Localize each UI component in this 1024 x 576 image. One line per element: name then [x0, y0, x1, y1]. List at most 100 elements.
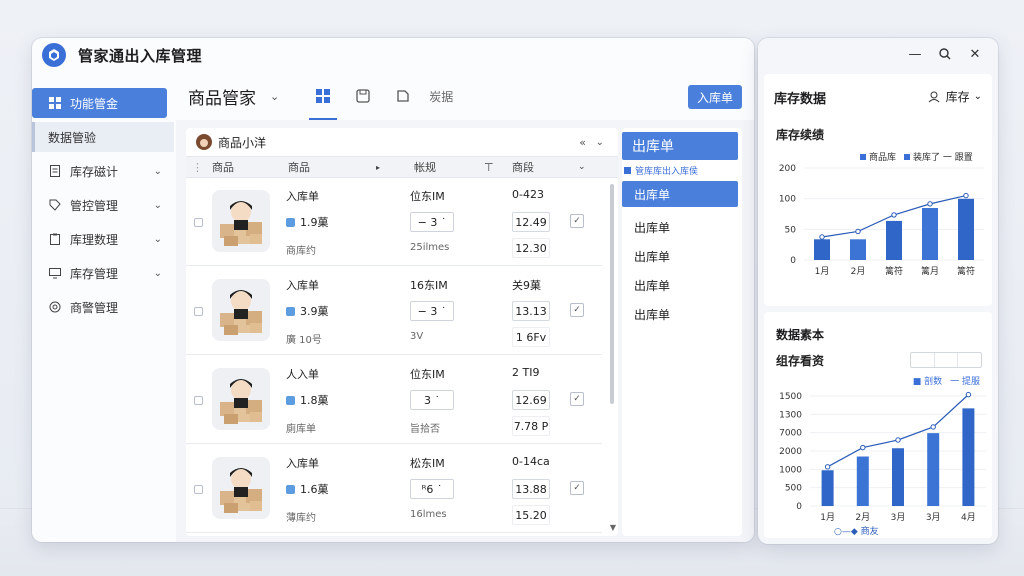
line-point: [895, 437, 901, 443]
title-bar: 管家通出入库管理: [32, 38, 754, 72]
inbound-order-button[interactable]: 入库单: [688, 85, 742, 109]
row-checkbox[interactable]: [194, 307, 203, 316]
product-name: 入库单: [286, 279, 319, 292]
line-point: [963, 192, 969, 199]
chevron-down-icon[interactable]: ⌄: [578, 162, 586, 172]
quantity-stepper[interactable]: 3 ˙: [410, 390, 454, 410]
segmented-control[interactable]: [910, 352, 982, 368]
column-header[interactable]: 商品: [212, 159, 234, 175]
product-code: 关9菓: [512, 279, 541, 292]
sidebar-item-inventory[interactable]: 库存管理 ⌄: [32, 258, 174, 288]
sidebar-item-control[interactable]: 管控管理 ⌄: [32, 190, 174, 220]
table-body: 入库单 1.9菓 商库约 位东IM − 3 ˙ 25ilmes 0-423 12.49 12.3…: [186, 178, 602, 536]
collapse-icon[interactable]: «: [579, 136, 586, 149]
chevron-down-icon: ⌄: [153, 165, 162, 177]
list-item[interactable]: 出库单: [622, 213, 742, 242]
product-spec: 位东IM: [410, 190, 445, 203]
outbound-subtitle-text: 管库库出入库侯: [635, 167, 699, 177]
list-item[interactable]: 出库单: [622, 242, 742, 271]
product-table-panel: 商品小洋 « ⌄ ⋮ 商品 商品 ▸ 帐规 ⊤ 商段 ⌄ 入库单 1.9菓 商库约位…: [186, 128, 618, 536]
chevron-down-icon[interactable]: ⌄: [596, 137, 604, 148]
minimize-icon[interactable]: —: [900, 44, 930, 64]
table-row[interactable]: 入库单 3.9菓廣 10号 16东IM − 3 ˙ 3V 关9菓 13.13 1 6Fv ✓: [186, 267, 602, 355]
product-spec: 位东IM: [410, 368, 445, 381]
chevron-down-icon: ⌄: [153, 233, 162, 245]
product-qty: 3.9菓: [286, 303, 329, 319]
search-icon[interactable]: [930, 44, 960, 64]
column-header[interactable]: 帐规: [414, 159, 436, 175]
y-tick-label: 100: [779, 195, 796, 205]
tab-save[interactable]: [343, 72, 383, 120]
scroll-down-icon[interactable]: ▼: [610, 523, 616, 532]
table-row[interactable]: 入库单 1.6菓 薄库约 松东IM ᴿ6 ˙ 16lmes 0-14ca 13.88 15.20…: [186, 445, 602, 533]
product-qty: 1.8菓: [286, 392, 329, 408]
bar: [886, 220, 902, 260]
product-name: 入库单: [286, 190, 319, 203]
sidebar-item-label: 库理数理: [70, 232, 119, 247]
edit-icon[interactable]: ✓: [570, 303, 584, 317]
y-tick-label: 1300: [779, 410, 802, 420]
user-selector[interactable]: 库存 ⌄: [928, 88, 982, 105]
tab-grid[interactable]: [303, 72, 343, 120]
sidebar-item-records[interactable]: 库理数理 ⌄: [32, 224, 174, 254]
bar: [821, 470, 834, 506]
edit-icon[interactable]: ✓: [570, 214, 584, 228]
price-field[interactable]: 13.13: [512, 301, 550, 321]
price2-field: 7.78 P: [512, 416, 550, 436]
x-tick-label: 4月: [961, 512, 976, 523]
bar: [927, 433, 940, 506]
legend-item: 装库了 一 跟置: [913, 153, 973, 163]
price-field[interactable]: 12.69: [512, 390, 550, 410]
clipboard-icon: [48, 232, 62, 246]
table-row[interactable]: 入库单 1.9菓 商库约 位东IM − 3 ˙ 25ilmes 0-423 12.49 12.3…: [186, 178, 602, 266]
chevron-down-icon: ⌄: [973, 91, 982, 102]
row-checkbox[interactable]: [194, 218, 203, 227]
y-tick-label: 500: [785, 484, 802, 494]
product-name: 人入单: [286, 368, 319, 381]
table-row[interactable]: 人入单 1.8菓 廁库单 位东IM 3 ˙ 旨拾否 2 TI9 12.69 7.78 P ✓: [186, 356, 602, 444]
product-qty: 1.6菓: [286, 481, 329, 497]
edit-icon[interactable]: ✓: [570, 481, 584, 495]
price-field[interactable]: 12.49: [512, 212, 550, 232]
outbound-list-title[interactable]: 出库单: [622, 132, 738, 160]
quantity-stepper[interactable]: − 3 ˙: [410, 301, 454, 321]
sidebar-item-data[interactable]: 数据管验: [32, 122, 174, 152]
product-code: 0-423: [512, 188, 544, 201]
product-image: [212, 190, 270, 252]
tab-data[interactable]: 炭据: [429, 88, 453, 105]
chevron-down-icon[interactable]: ⌄: [270, 90, 279, 103]
sidebar-item-settings[interactable]: 商警管理: [32, 292, 174, 322]
book-icon: [397, 90, 409, 102]
filter-icon[interactable]: ⊤: [484, 161, 494, 174]
sidebar-item-inventory-stats[interactable]: 库存磁计 ⌄: [32, 156, 174, 186]
tab-book[interactable]: [383, 72, 423, 120]
row-checkbox[interactable]: [194, 396, 203, 405]
column-header[interactable]: 商段: [512, 159, 534, 175]
sidebar-item-label: 商警管理: [70, 300, 119, 315]
window-controls: — ✕: [900, 44, 990, 64]
sort-icon[interactable]: ▸: [376, 163, 380, 172]
column-header[interactable]: 商品: [288, 159, 310, 175]
edit-icon[interactable]: ✓: [570, 392, 584, 406]
user-selector-label: 库存: [945, 90, 970, 104]
grid-icon: [48, 96, 62, 110]
product-spec: 松东IM: [410, 457, 445, 470]
scrollbar[interactable]: [610, 184, 614, 404]
price-field[interactable]: 13.88: [512, 479, 550, 499]
list-item[interactable]: 出库单: [622, 271, 742, 300]
list-item[interactable]: 出库单: [622, 181, 738, 207]
y-tick-label: 1000: [779, 465, 802, 475]
close-icon[interactable]: ✕: [960, 44, 990, 64]
quantity-stepper[interactable]: ᴿ6 ˙: [410, 479, 454, 499]
quantity-stepper[interactable]: − 3 ˙: [410, 212, 454, 232]
line-point: [927, 201, 933, 207]
line-point: [855, 228, 861, 235]
sidebar-item-functions[interactable]: 功能管金: [32, 88, 167, 118]
line-point: [891, 212, 897, 218]
chart1-legend: 商品库 装库了 一 跟置: [860, 150, 973, 163]
sidebar-item-label: 库存管理: [70, 266, 119, 281]
row-checkbox[interactable]: [194, 485, 203, 494]
bar: [958, 198, 974, 260]
product-note: 3V: [410, 331, 424, 342]
list-item[interactable]: 出库单: [622, 300, 742, 329]
